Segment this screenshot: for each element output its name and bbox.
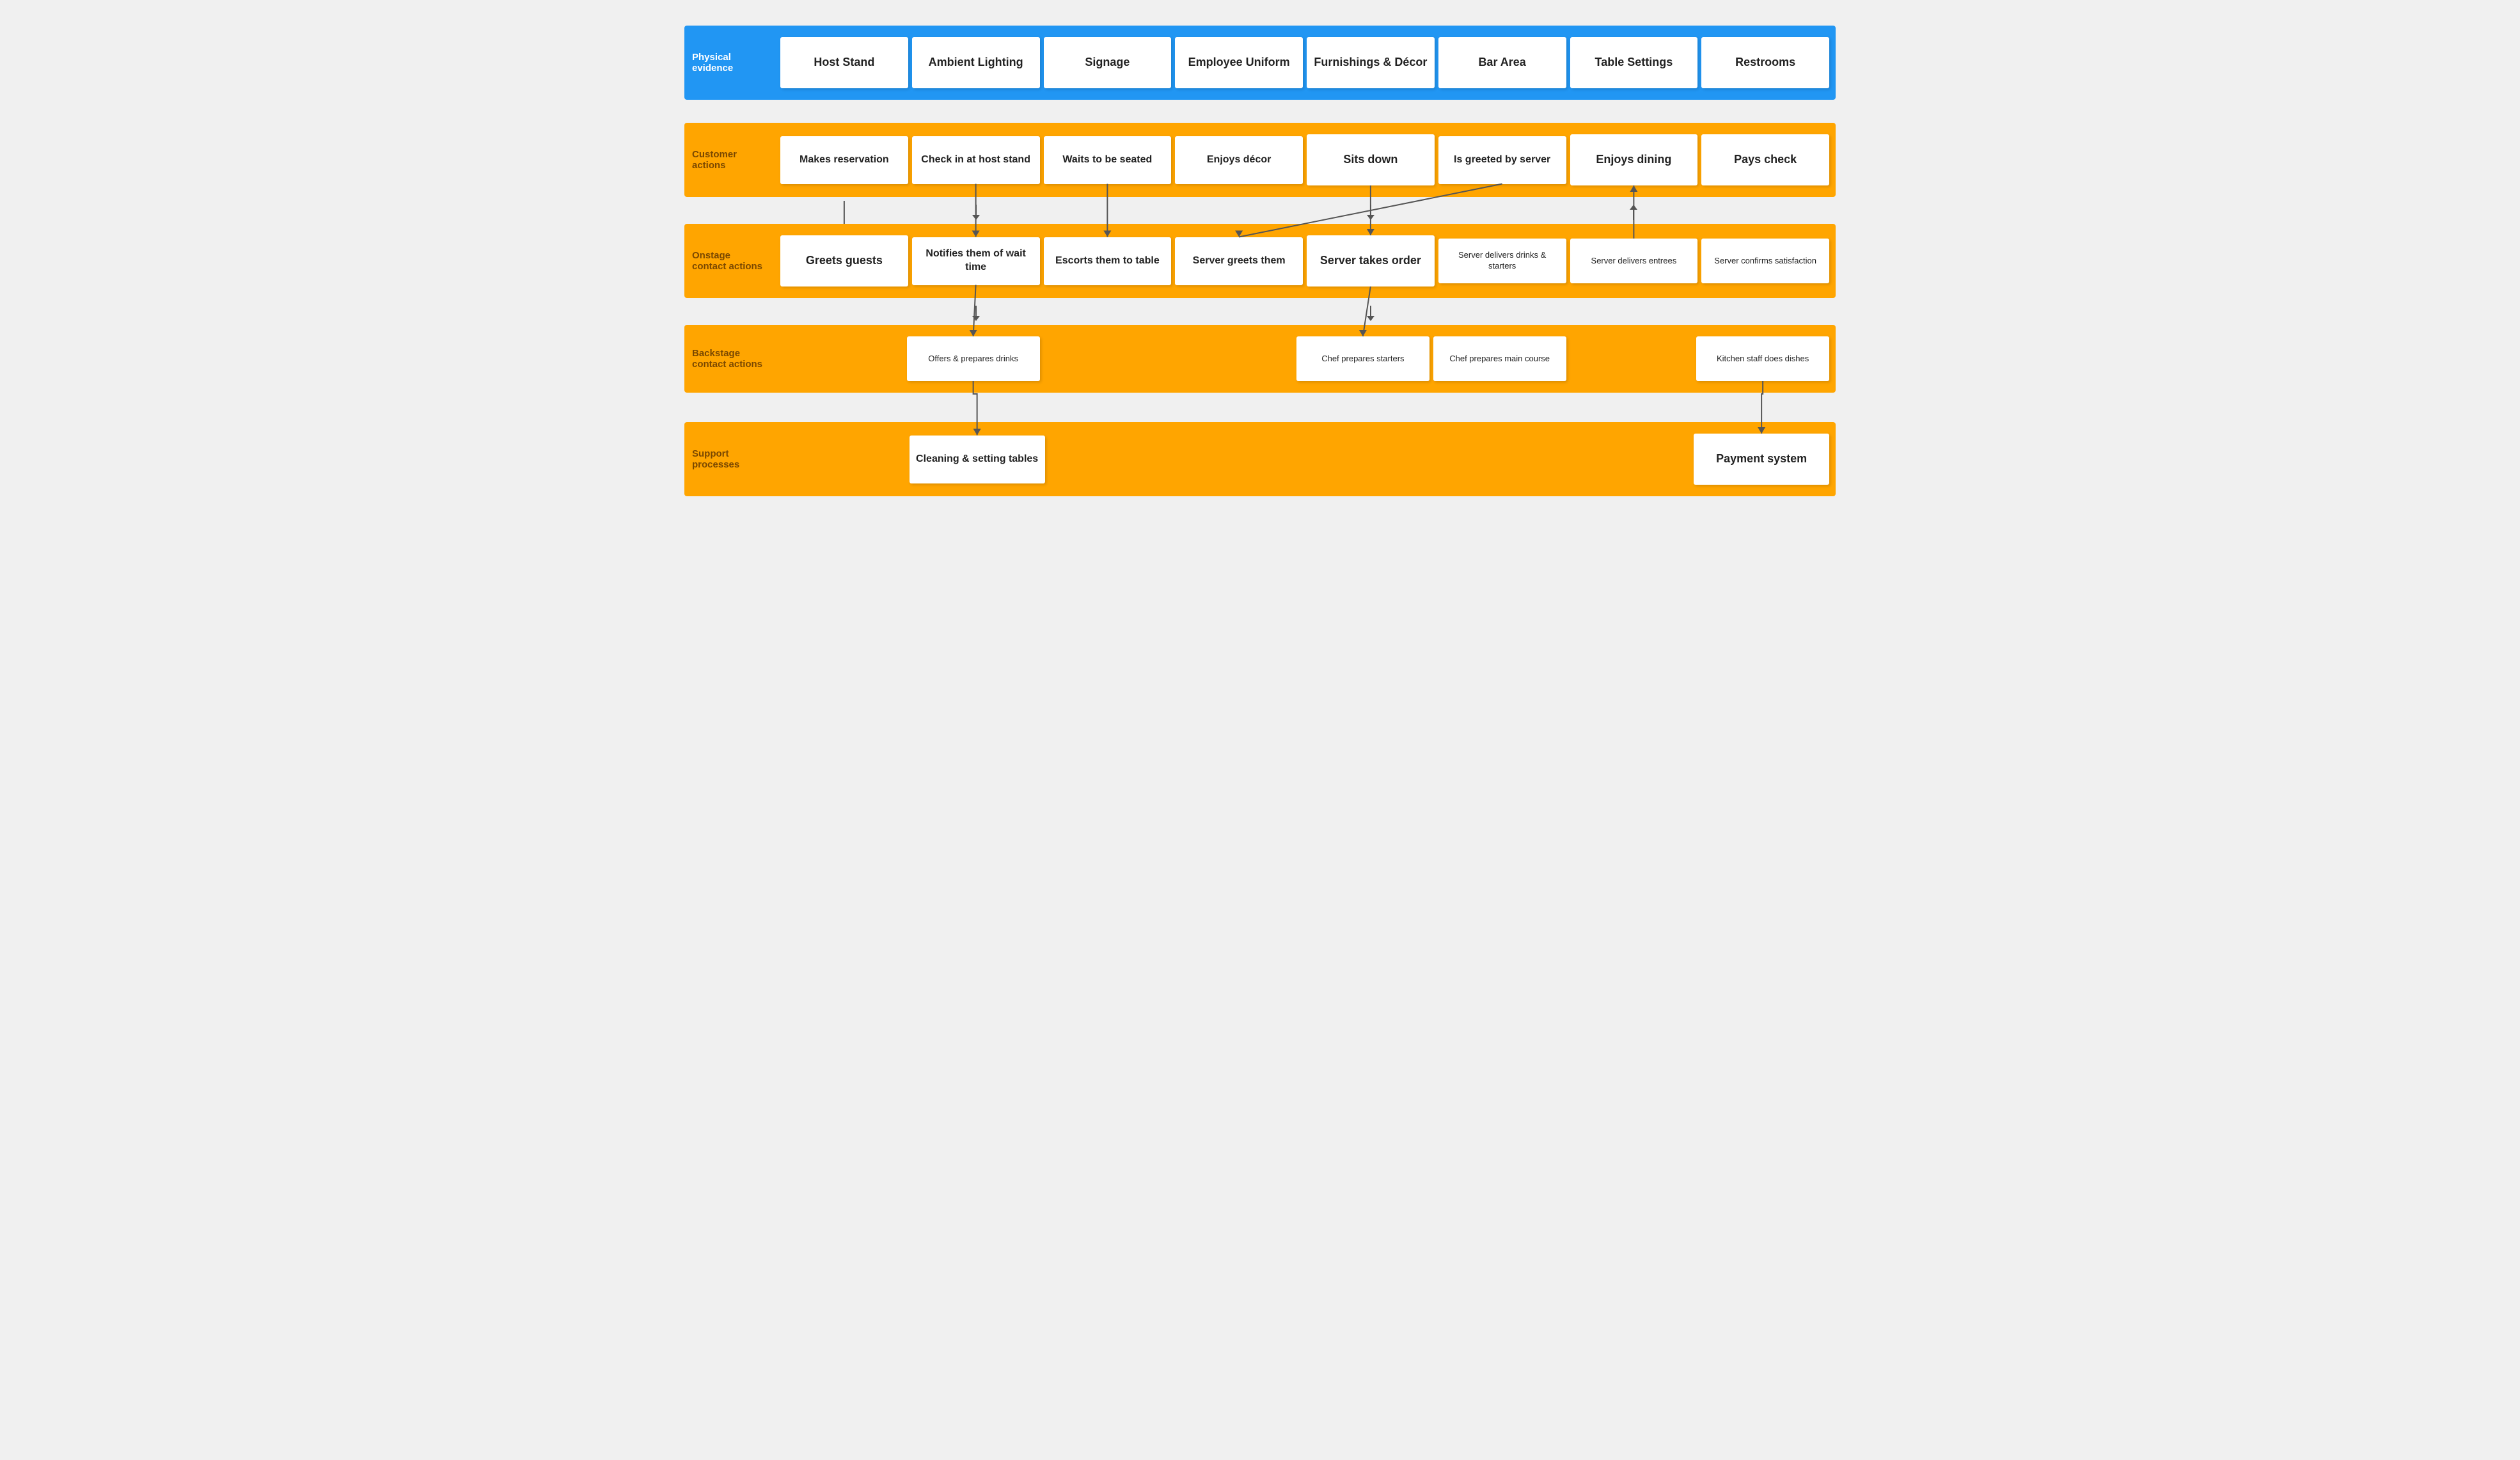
arrow-bs-1 (780, 304, 908, 323)
card-check-in: Check in at host stand (912, 136, 1040, 184)
card-confirms-satisfaction: Server confirms satisfaction (1701, 239, 1829, 283)
card-makes-reservation: Makes reservation (780, 136, 908, 184)
arrow-down-col2 (972, 205, 980, 220)
card-enjoys-dining: Enjoys dining (1570, 134, 1698, 185)
arrow-cell-c4 (1175, 203, 1303, 222)
arrow-cell-c7 (1570, 203, 1698, 222)
card-waits-seated: Waits to be seated (1044, 136, 1172, 184)
card-table-settings: Table Settings (1570, 37, 1698, 88)
arrow-cell-1 (780, 104, 908, 123)
arrow-cell-5 (1307, 104, 1435, 123)
arrow-cell-c2 (912, 203, 1040, 222)
arrows-onstage-to-backstage (774, 302, 1836, 325)
row-customer-actions: Customer actions Makes reservation Check… (684, 123, 1836, 197)
card-payment-system: Payment system (1694, 434, 1829, 485)
card-takes-order: Server takes order (1307, 235, 1435, 287)
arrows-customer-to-onstage (774, 201, 1836, 224)
card-escorts-table: Escorts them to table (1044, 237, 1172, 285)
card-kitchen-dishes: Kitchen staff does dishes (1696, 336, 1829, 381)
card-furnishings-decor: Furnishings & Décor (1307, 37, 1435, 88)
card-delivers-drinks: Server delivers drinks & starters (1438, 239, 1566, 283)
card-notifies-wait: Notifies them of wait time (912, 237, 1040, 285)
arrow-cell-c6 (1438, 203, 1566, 222)
support-content: Cleaning & setting tables Payment system (774, 422, 1836, 496)
arrow-up-col7 (1630, 205, 1637, 220)
row-backstage-actions: Backstage contact actions Offers & prepa… (684, 325, 1836, 393)
arrow-cell-c3 (1044, 203, 1172, 222)
support-arrow-container (780, 396, 1829, 422)
row-support-processes: Support processes Cleaning & setting tab… (684, 422, 1836, 496)
card-sits-down: Sits down (1307, 134, 1435, 185)
row-physical-evidence: Physical evidence Host Stand Ambient Lig… (684, 26, 1836, 100)
card-chef-main: Chef prepares main course (1433, 336, 1566, 381)
connector-checkin (780, 201, 908, 224)
physical-evidence-content: Host Stand Ambient Lighting Signage Empl… (774, 26, 1836, 100)
support-label: Support processes (684, 422, 774, 496)
arrow-cell-4 (1175, 104, 1303, 123)
card-host-stand: Host Stand (780, 37, 908, 88)
arrow-down-bs2 (972, 306, 980, 321)
card-server-greets: Server greets them (1175, 237, 1303, 285)
arrow-bs-3 (1044, 304, 1172, 323)
card-bar-area: Bar Area (1438, 37, 1566, 88)
arrow-cell-2 (912, 104, 1040, 123)
arrow-bs-4 (1175, 304, 1303, 323)
arrow-cell-7 (1570, 104, 1698, 123)
card-offers-drinks: Offers & prepares drinks (907, 336, 1040, 381)
onstage-content: Greets guests Notifies them of wait time… (774, 224, 1836, 298)
card-pays-check: Pays check (1701, 134, 1829, 185)
arrow-cell-c1 (780, 203, 908, 222)
card-greeted-server: Is greeted by server (1438, 136, 1566, 184)
arrow-cell-c8 (1701, 203, 1829, 222)
card-employee-uniform: Employee Uniform (1175, 37, 1303, 88)
card-cleaning-tables: Cleaning & setting tables (910, 436, 1045, 483)
card-restrooms: Restrooms (1701, 37, 1829, 88)
arrow-bs-7 (1570, 304, 1698, 323)
arrows-physical-to-customer (774, 104, 1836, 123)
onstage-label: Onstage contact actions (684, 224, 774, 298)
backstage-label: Backstage contact actions (684, 325, 774, 393)
customer-actions-label: Customer actions (684, 123, 774, 197)
arrow-bs-2 (912, 304, 1040, 323)
arrows-backstage-to-support (774, 396, 1836, 422)
arrow-cell-3 (1044, 104, 1172, 123)
card-chef-starters: Chef prepares starters (1296, 336, 1429, 381)
card-ambient-lighting: Ambient Lighting (912, 37, 1040, 88)
row-onstage-actions: Onstage contact actions Greets guests No… (684, 224, 1836, 298)
arrow-cell-8 (1701, 104, 1829, 123)
arrow-down-bs5 (1367, 306, 1374, 321)
blueprint-container: Physical evidence Host Stand Ambient Lig… (684, 26, 1836, 496)
customer-actions-content: Makes reservation Check in at host stand… (774, 123, 1836, 197)
card-delivers-entrees: Server delivers entrees (1570, 239, 1698, 283)
arrow-bs-5 (1307, 304, 1435, 323)
card-enjoys-decor: Enjoys décor (1175, 136, 1303, 184)
physical-evidence-label: Physical evidence (684, 26, 774, 100)
arrow-cell-6 (1438, 104, 1566, 123)
arrow-bs-8 (1701, 304, 1829, 323)
card-greets-guests: Greets guests (780, 235, 908, 287)
arrow-bs-6 (1438, 304, 1566, 323)
arrow-down-col5 (1367, 205, 1374, 220)
backstage-content: Offers & prepares drinks Chef prepares s… (774, 325, 1836, 393)
arrow-cell-c5 (1307, 203, 1435, 222)
card-signage: Signage (1044, 37, 1172, 88)
